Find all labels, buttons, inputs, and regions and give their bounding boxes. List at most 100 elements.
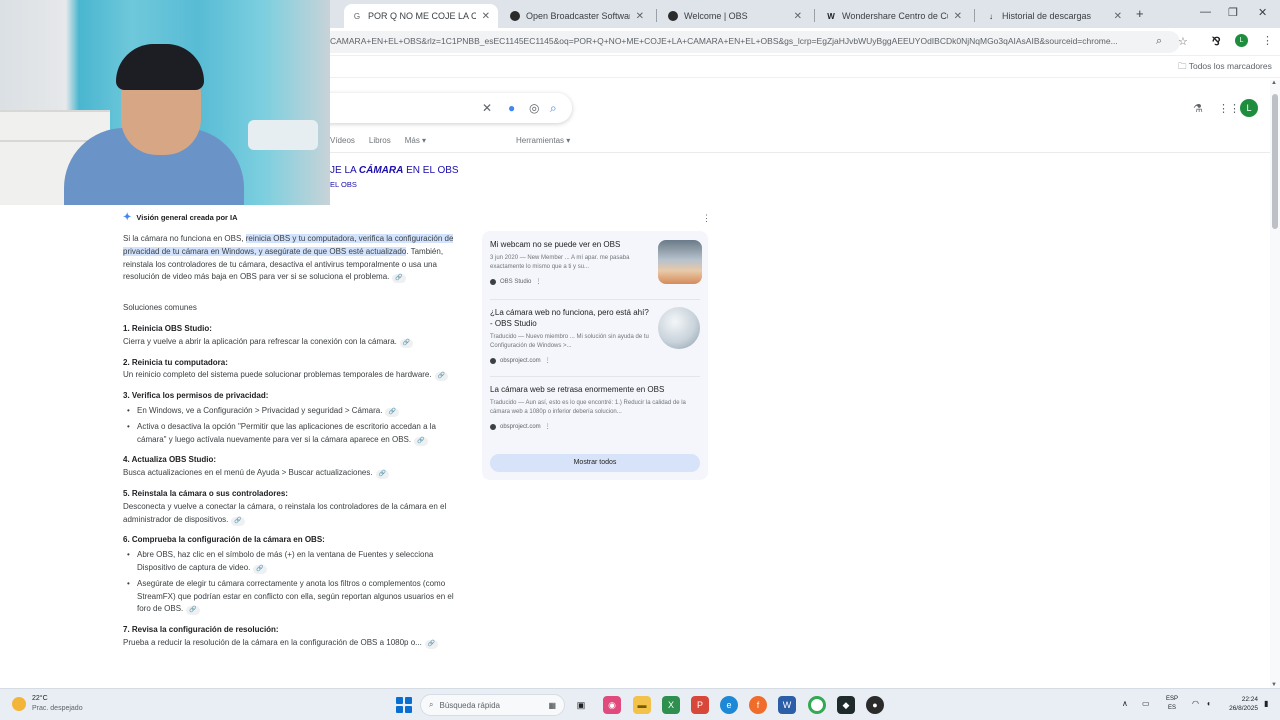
zoom-icon[interactable]: ⌕ bbox=[1156, 35, 1162, 48]
source-more-icon[interactable]: ⋮ bbox=[545, 357, 551, 364]
scroll-up-icon[interactable]: ▲ bbox=[1271, 80, 1277, 86]
link-icon[interactable]: 🔗 bbox=[375, 470, 390, 480]
link-icon[interactable]: 🔗 bbox=[392, 274, 406, 284]
tab-label: Open Broadcaster Software | O bbox=[526, 11, 630, 21]
firefox-icon[interactable]: f bbox=[749, 696, 767, 714]
profile-avatar-icon[interactable]: L bbox=[1235, 34, 1248, 47]
page-scrollbar[interactable]: ▲ ▼ bbox=[1270, 80, 1280, 688]
filter-books[interactable]: Libros bbox=[369, 136, 391, 145]
notification-icon[interactable]: ▮ bbox=[1264, 699, 1268, 708]
weather-widget[interactable]: 22°C Prac. despejado bbox=[12, 694, 83, 714]
tab-welcome-obs[interactable]: Welcome | OBS ✕ bbox=[660, 4, 810, 28]
google-account-avatar[interactable]: L bbox=[1240, 99, 1258, 117]
start-button[interactable] bbox=[396, 697, 412, 713]
solution-title: 4. Actualiza OBS Studio: bbox=[123, 455, 217, 465]
solution-bullet: Asegúrate de elegir tu cámara correctame… bbox=[123, 578, 463, 616]
source-more-icon[interactable]: ⋮ bbox=[545, 423, 551, 430]
solution-bullet-text: Asegúrate de elegir tu cámara correctame… bbox=[137, 578, 454, 614]
close-tab-icon[interactable]: ✕ bbox=[636, 11, 644, 22]
wondershare-icon: W bbox=[827, 11, 835, 21]
close-tab-icon[interactable]: ✕ bbox=[954, 11, 962, 22]
apps-grid-icon[interactable]: ⋮⋮ bbox=[1218, 102, 1240, 115]
url-text[interactable]: CAMARA+EN+EL+OBS&rlz=1C1PNBB_esEC1145EC1… bbox=[330, 36, 1140, 46]
windows-taskbar: 22°C Prac. despejado ⌕ Búsqueda rápida ▦… bbox=[0, 688, 1280, 720]
new-tab-button[interactable]: + bbox=[1136, 6, 1144, 21]
lens-icon[interactable]: ◎ bbox=[529, 101, 539, 115]
tools-button[interactable]: Herramientas ▾ bbox=[516, 136, 570, 145]
extension-icon[interactable]: ⅋ bbox=[1212, 35, 1221, 48]
powerpoint-icon[interactable]: P bbox=[691, 696, 709, 714]
capcut-icon[interactable]: ◆ bbox=[837, 696, 855, 714]
tab-separator bbox=[814, 9, 815, 22]
chrome-icon[interactable] bbox=[808, 696, 826, 714]
tray-chevron-icon[interactable]: ∧ bbox=[1122, 699, 1128, 708]
site-favicon-icon bbox=[490, 423, 496, 430]
taskbar-clock[interactable]: 22:24 26/8/2025 bbox=[1222, 695, 1258, 713]
solution-bullet-text: Activa o desactiva la opción "Permitir q… bbox=[137, 421, 436, 444]
close-tab-icon[interactable]: ✕ bbox=[794, 11, 802, 22]
tray-app-icon[interactable]: ▭ bbox=[1142, 699, 1150, 708]
address-bar[interactable]: CAMARA+EN+EL+OBS&rlz=1C1PNBB_esEC1145EC1… bbox=[320, 31, 1180, 53]
tab-wondershare[interactable]: W Wondershare Centro de Cuenta ✕ bbox=[818, 4, 970, 28]
all-bookmarks-label: Todos los marcadores bbox=[1188, 61, 1272, 71]
solution-item: 2. Reinicia tu computadora: Un reinicio c… bbox=[123, 357, 463, 383]
filter-videos[interactable]: Vídeos bbox=[330, 136, 355, 145]
link-icon[interactable]: 🔗 bbox=[186, 606, 200, 616]
microphone-icon[interactable]: ● bbox=[508, 101, 515, 115]
source-title[interactable]: Mi webcam no se puede ver en OBS bbox=[490, 239, 650, 250]
restore-icon[interactable]: ❐ bbox=[1228, 6, 1238, 19]
link-icon[interactable]: 🔗 bbox=[434, 372, 449, 382]
link-icon[interactable]: 🔗 bbox=[231, 516, 245, 526]
word-icon[interactable]: W bbox=[778, 696, 796, 714]
obs-icon[interactable]: ● bbox=[866, 696, 884, 714]
language-indicator[interactable]: ESP ES bbox=[1166, 695, 1178, 713]
show-all-button[interactable]: Mostrar todos bbox=[490, 454, 700, 472]
more-options-icon[interactable]: ⋮ bbox=[702, 213, 711, 224]
link-icon[interactable]: 🔗 bbox=[414, 436, 428, 446]
link-icon[interactable]: 🔗 bbox=[424, 639, 439, 649]
query-title[interactable]: JE LA CÁMARA EN EL OBS bbox=[330, 165, 459, 176]
tab-label: Wondershare Centro de Cuenta bbox=[842, 11, 948, 21]
wifi-icon[interactable]: ◠ bbox=[1192, 699, 1199, 708]
clock-date: 26/8/2025 bbox=[1229, 705, 1258, 712]
search-icon[interactable]: ⌕ bbox=[550, 101, 557, 116]
search-highlight-icon: ▦ bbox=[548, 700, 556, 710]
edge-icon[interactable]: e bbox=[720, 696, 738, 714]
source-more-icon[interactable]: ⋮ bbox=[535, 278, 541, 285]
close-tab-icon[interactable]: ✕ bbox=[482, 11, 490, 22]
query-subtitle[interactable]: EL OBS bbox=[330, 180, 357, 189]
all-bookmarks-button[interactable]: 🗀 Todos los marcadores bbox=[1178, 61, 1272, 75]
close-window-icon[interactable]: ✕ bbox=[1258, 6, 1267, 19]
labs-flask-icon[interactable]: ⚗ bbox=[1193, 102, 1203, 115]
source-site-label: OBS Studio bbox=[500, 278, 532, 285]
link-icon[interactable]: 🔗 bbox=[253, 564, 267, 574]
query-title-suffix: EN EL OBS bbox=[403, 165, 459, 176]
bookmark-star-icon[interactable]: ☆ bbox=[1178, 35, 1188, 48]
link-icon[interactable]: 🔗 bbox=[399, 338, 414, 348]
file-explorer-icon[interactable]: ▬ bbox=[633, 696, 651, 714]
link-icon[interactable]: 🔗 bbox=[385, 407, 399, 417]
taskbar-search[interactable]: ⌕ Búsqueda rápida ▦ bbox=[420, 694, 565, 716]
lang-bottom: ES bbox=[1168, 705, 1177, 711]
excel-icon[interactable]: X bbox=[662, 696, 680, 714]
clear-search-icon[interactable]: ✕ bbox=[482, 101, 492, 115]
solution-item: 1. Reinicia OBS Studio: Cierra y vuelve a… bbox=[123, 323, 463, 349]
task-view-icon[interactable]: ▣ bbox=[572, 696, 590, 714]
speaker-icon[interactable]: ◖ bbox=[1206, 699, 1211, 708]
kebab-menu-icon[interactable]: ⋮ bbox=[1262, 34, 1273, 47]
source-title[interactable]: La cámara web se retrasa enormemente en … bbox=[490, 384, 700, 395]
copilot-icon[interactable]: ◉ bbox=[603, 696, 621, 714]
filter-more[interactable]: Más ▾ bbox=[405, 136, 426, 145]
scrollbar-thumb[interactable] bbox=[1272, 94, 1278, 229]
tab-obs-software[interactable]: Open Broadcaster Software | O ✕ bbox=[502, 4, 652, 28]
source-panel: Mi webcam no se puede ver en OBS 3 jun 2… bbox=[482, 231, 708, 480]
tab-active[interactable]: G POR Q NO ME COJE LA CAMA ✕ bbox=[344, 4, 498, 28]
clock-time: 22:24 bbox=[1241, 696, 1258, 703]
solution-title: 5. Reinstala la cámara o sus controlador… bbox=[123, 488, 288, 498]
close-tab-icon[interactable]: ✕ bbox=[1114, 11, 1122, 22]
source-title[interactable]: ¿La cámara web no funciona, pero está ah… bbox=[490, 307, 650, 329]
source-card[interactable]: La cámara web se retrasa enormemente en … bbox=[490, 384, 700, 430]
tab-downloads[interactable]: ↓ Historial de descargas ✕ bbox=[978, 4, 1130, 28]
weather-temp: 22°C bbox=[32, 695, 48, 702]
minimize-icon[interactable]: — bbox=[1200, 6, 1211, 18]
